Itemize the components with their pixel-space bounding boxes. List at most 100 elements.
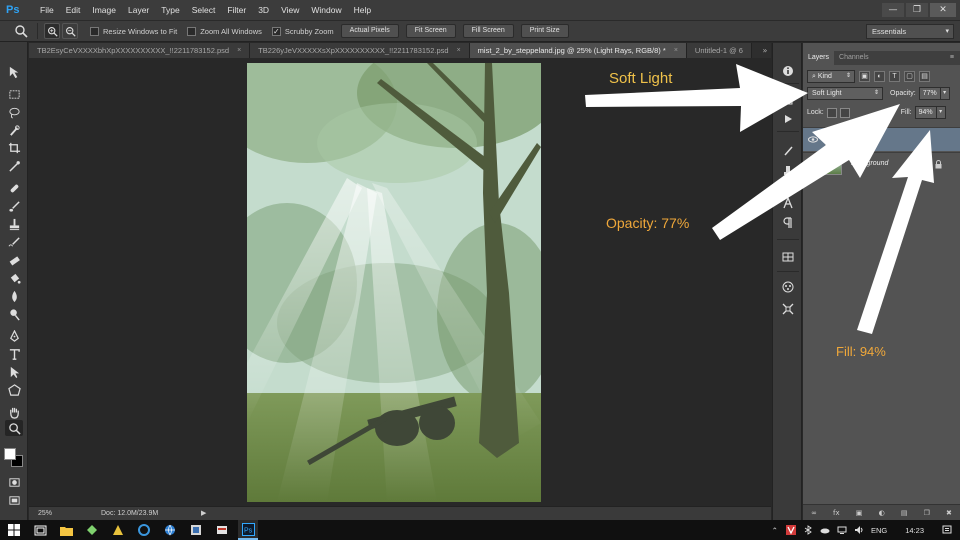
add-mask-icon[interactable]: ▣ xyxy=(856,509,863,517)
quick-selection-tool[interactable] xyxy=(5,122,23,138)
start-button[interactable] xyxy=(4,520,24,540)
input-language[interactable]: ENG xyxy=(871,526,887,535)
menu-select[interactable]: Select xyxy=(186,0,222,20)
tab-document-1[interactable]: TB2EsyCeVXXXXbhXpXXXXXXXXXX_!!2211783152… xyxy=(29,43,251,58)
blend-mode-select[interactable]: Soft Light ⇕ xyxy=(807,87,883,100)
lock-pixels-icon[interactable] xyxy=(839,107,850,118)
scrubby-zoom-checkbox[interactable]: ✓ Scrubby Zoom xyxy=(271,26,334,36)
healing-brush-tool[interactable] xyxy=(5,180,23,196)
taskbar-app-7[interactable] xyxy=(212,520,232,540)
network-icon[interactable] xyxy=(837,525,847,535)
antivirus-icon[interactable] xyxy=(785,525,796,535)
smart-object-filter-icon[interactable]: ▤ xyxy=(919,71,930,82)
clock[interactable]: 14:23 xyxy=(905,526,924,535)
lasso-tool[interactable] xyxy=(5,104,23,120)
zoom-out-button[interactable] xyxy=(62,23,78,39)
fill-input[interactable]: 94% xyxy=(914,106,937,119)
tool-preset-picker[interactable] xyxy=(4,23,38,39)
hand-tool[interactable] xyxy=(5,404,23,420)
marquee-tool[interactable] xyxy=(5,86,23,102)
menu-edit[interactable]: Edit xyxy=(60,0,87,20)
brush-panel-button[interactable] xyxy=(780,143,796,159)
onedrive-icon[interactable] xyxy=(820,525,830,535)
canvas-area[interactable] xyxy=(29,58,771,506)
eraser-tool[interactable] xyxy=(5,252,23,268)
paragraph-panel-button[interactable] xyxy=(780,215,796,231)
tool-presets-panel-button[interactable] xyxy=(780,301,796,317)
actual-pixels-button[interactable]: Actual Pixels xyxy=(340,24,399,38)
link-layers-icon[interactable]: ∞ xyxy=(811,509,817,517)
shape-filter-icon[interactable]: ▢ xyxy=(904,71,915,82)
minimize-button[interactable]: — xyxy=(882,3,904,17)
clone-stamp-tool[interactable] xyxy=(5,216,23,232)
menu-window[interactable]: Window xyxy=(305,0,347,20)
foreground-color-swatch[interactable] xyxy=(4,448,16,460)
close-tab-icon[interactable]: × xyxy=(674,43,678,58)
visibility-eye-icon[interactable] xyxy=(808,160,818,169)
fill-slider-toggle[interactable]: ▾ xyxy=(936,106,946,119)
quick-mask-button[interactable] xyxy=(5,474,23,490)
blur-tool[interactable] xyxy=(5,288,23,304)
close-tab-icon[interactable]: × xyxy=(457,43,461,58)
type-tool[interactable] xyxy=(5,346,23,362)
kind-filter-select[interactable]: ⌕ Kind ⇕ xyxy=(807,70,855,83)
bluetooth-icon[interactable] xyxy=(803,525,813,535)
visibility-eye-icon[interactable] xyxy=(808,135,818,144)
adjustment-layer-icon[interactable]: ◐ xyxy=(879,509,885,517)
menu-filter[interactable]: Filter xyxy=(221,0,252,20)
clone-source-panel-button[interactable] xyxy=(780,163,796,179)
pixel-filter-icon[interactable]: ▣ xyxy=(859,71,870,82)
zoom-tool[interactable] xyxy=(5,420,23,436)
new-group-icon[interactable]: ▤ xyxy=(901,509,908,517)
restore-button[interactable]: ❐ xyxy=(906,3,928,17)
taskbar-app-5[interactable] xyxy=(160,520,180,540)
close-tab-icon[interactable]: × xyxy=(237,43,241,58)
status-menu-arrow[interactable]: ▶ xyxy=(201,507,206,520)
fit-screen-button[interactable]: Fit Screen xyxy=(405,24,456,38)
move-tool[interactable] xyxy=(5,64,23,80)
taskbar-app-3[interactable] xyxy=(108,520,128,540)
menu-image[interactable]: Image xyxy=(86,0,122,20)
adjustment-filter-icon[interactable]: ◐ xyxy=(874,71,885,82)
workspace-select[interactable]: Essentials ▾ xyxy=(866,24,954,39)
taskbar-app-6[interactable] xyxy=(186,520,206,540)
taskbar-edge[interactable] xyxy=(134,520,154,540)
character-panel-button[interactable] xyxy=(780,195,796,211)
layer-style-icon[interactable]: fx xyxy=(833,509,840,517)
volume-icon[interactable] xyxy=(854,525,864,535)
notifications-icon[interactable] xyxy=(942,525,952,535)
brush-tool[interactable] xyxy=(5,198,23,214)
screen-mode-button[interactable] xyxy=(5,492,23,508)
menu-file[interactable]: File xyxy=(34,0,60,20)
shape-tool[interactable] xyxy=(5,382,23,398)
path-selection-tool[interactable] xyxy=(5,364,23,380)
info-panel-button[interactable] xyxy=(780,63,796,79)
paint-bucket-tool[interactable] xyxy=(5,270,23,286)
tab-channels[interactable]: Channels xyxy=(834,51,874,65)
resize-windows-checkbox[interactable]: Resize Windows to Fit xyxy=(90,26,177,36)
zoom-all-checkbox[interactable]: Zoom All Windows xyxy=(187,26,262,36)
tab-document-4[interactable]: Untitled-1 @ 6 xyxy=(686,43,752,58)
actions-panel-button[interactable] xyxy=(780,111,796,127)
taskbar-file-explorer[interactable] xyxy=(56,520,76,540)
menu-view[interactable]: View xyxy=(275,0,305,20)
tab-document-active[interactable]: mist_2_by_steppeland.jpg @ 25% (Light Ra… xyxy=(469,43,687,58)
document-image[interactable] xyxy=(247,63,541,502)
crop-tool[interactable] xyxy=(5,140,23,156)
taskbar-app-2[interactable] xyxy=(82,520,102,540)
close-button[interactable]: ✕ xyxy=(930,3,956,17)
layer-light-rays[interactable]: ays xyxy=(803,127,960,151)
type-filter-icon[interactable]: T xyxy=(889,71,900,82)
eyedropper-tool[interactable] xyxy=(5,158,23,174)
menu-help[interactable]: Help xyxy=(348,0,377,20)
opacity-input[interactable]: 77% xyxy=(918,87,941,100)
menu-type[interactable]: Type xyxy=(155,0,185,20)
menu-3d[interactable]: 3D xyxy=(252,0,275,20)
tray-expand-icon[interactable]: ⌃ xyxy=(772,526,778,535)
panel-menu-icon[interactable]: ≡ xyxy=(950,51,954,65)
task-view-button[interactable] xyxy=(30,520,50,540)
menu-layer[interactable]: Layer xyxy=(122,0,155,20)
fill-screen-button[interactable]: Fill Screen xyxy=(462,24,514,38)
history-panel-button[interactable] xyxy=(780,91,796,107)
layer-comps-panel-button[interactable] xyxy=(780,249,796,265)
